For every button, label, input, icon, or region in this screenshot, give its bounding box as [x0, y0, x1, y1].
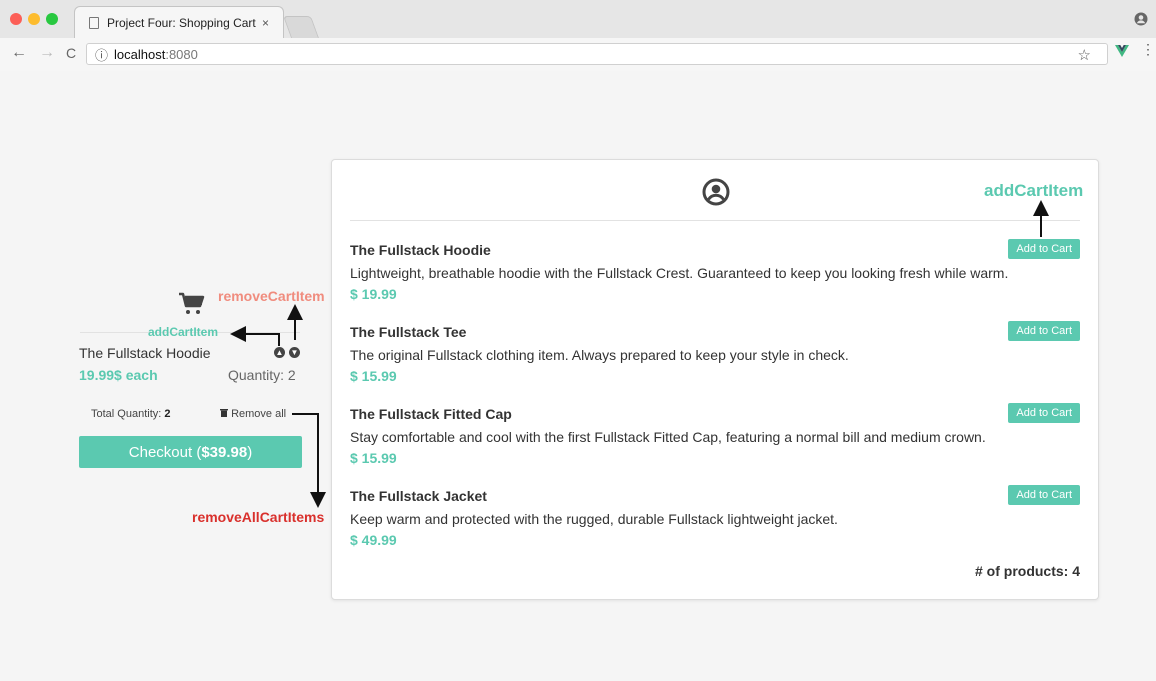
user-account-icon[interactable] — [702, 178, 730, 206]
product-name: The Fullstack Jacket — [350, 488, 487, 504]
maximize-window-button[interactable] — [46, 13, 58, 25]
product-name: The Fullstack Hoodie — [350, 242, 491, 258]
cart-item-quantity: Quantity: 2 — [228, 367, 296, 383]
info-icon[interactable]: ⓘ — [95, 45, 108, 64]
arrow-add-cart-item-cart — [230, 326, 280, 346]
add-cart-item-cart-annotation: addCartItem — [148, 325, 219, 339]
add-to-cart-button[interactable]: Add to Cart — [1008, 239, 1080, 259]
shopping-cart-icon — [179, 292, 205, 314]
browser-menu-icon[interactable]: ⋮ — [1141, 42, 1155, 56]
cart-item-name: The Fullstack Hoodie — [79, 345, 211, 361]
tab-title: Project Four: Shopping Cart — [107, 15, 256, 30]
product-item: The Fullstack Tee The original Fullstack… — [350, 321, 1080, 384]
product-price: $ 49.99 — [350, 532, 397, 548]
checkout-total: $39.98 — [201, 443, 248, 461]
url-host: localhost — [114, 46, 166, 62]
product-panel: The Fullstack Hoodie Lightweight, breath… — [331, 159, 1099, 600]
checkout-button[interactable]: Checkout ($39.98) — [79, 436, 302, 468]
minimize-window-button[interactable] — [28, 13, 40, 25]
product-description: Stay comfortable and cool with the first… — [350, 429, 986, 445]
vue-devtools-icon[interactable] — [1115, 44, 1129, 58]
forward-button[interactable]: → — [39, 44, 55, 62]
total-quantity-label: Total Quantity: — [91, 408, 165, 420]
tab-close-icon[interactable]: × — [262, 16, 269, 30]
remove-all-label: Remove all — [231, 408, 287, 420]
product-name: The Fullstack Tee — [350, 324, 467, 340]
product-item: The Fullstack Hoodie Lightweight, breath… — [350, 239, 1080, 302]
reload-button[interactable]: C — [66, 45, 76, 61]
product-description: Keep warm and protected with the rugged,… — [350, 511, 838, 527]
address-bar[interactable]: ⓘ localhost:8080 ☆ — [86, 43, 1108, 65]
product-price: $ 15.99 — [350, 450, 397, 466]
add-to-cart-button[interactable]: Add to Cart — [1008, 485, 1080, 505]
window-controls — [10, 13, 58, 25]
increase-quantity-icon[interactable]: ▲ — [274, 347, 285, 358]
bookmark-star-icon[interactable]: ☆ — [1078, 46, 1091, 64]
cart-item-price: 19.99$ each — [79, 367, 158, 383]
add-to-cart-button[interactable]: Add to Cart — [1008, 321, 1080, 341]
remove-all-cart-items-annotation: removeAllCartItems — [192, 509, 325, 525]
product-price: $ 19.99 — [350, 286, 397, 302]
back-button[interactable]: ← — [11, 44, 27, 62]
trash-icon — [220, 409, 228, 417]
product-description: The original Fullstack clothing item. Al… — [350, 347, 849, 363]
decrease-quantity-icon[interactable]: ▼ — [289, 347, 300, 358]
url-port: :8080 — [165, 46, 198, 62]
profile-icon[interactable] — [1134, 12, 1148, 26]
new-tab-button[interactable] — [282, 16, 320, 38]
close-window-button[interactable] — [10, 13, 22, 25]
remove-cart-item-annotation: removeCartItem — [218, 288, 325, 304]
product-price: $ 15.99 — [350, 368, 397, 384]
checkout-prefix: Checkout ( — [128, 443, 202, 461]
panel-divider — [350, 220, 1080, 221]
product-name: The Fullstack Fitted Cap — [350, 406, 512, 422]
product-item: The Fullstack Fitted Cap Stay comfortabl… — [350, 403, 1080, 466]
total-quantity: Total Quantity: 2 — [91, 408, 171, 420]
product-item: The Fullstack Jacket Keep warm and prote… — [350, 485, 1080, 548]
total-quantity-value: 2 — [164, 408, 171, 420]
product-description: Lightweight, breathable hoodie with the … — [350, 265, 1009, 281]
remove-all-button[interactable]: Remove all — [220, 408, 286, 420]
browser-tab[interactable]: Project Four: Shopping Cart × — [74, 6, 284, 38]
browser-chrome: Project Four: Shopping Cart × ← → C ⓘ lo… — [0, 0, 1156, 71]
page-icon — [89, 16, 99, 29]
checkout-suffix: ) — [247, 443, 253, 461]
add-to-cart-button[interactable]: Add to Cart — [1008, 403, 1080, 423]
product-count: # of products: 4 — [974, 563, 1080, 579]
add-cart-item-annotation: addCartItem — [984, 181, 1084, 200]
browser-toolbar: ← → C ⓘ localhost:8080 ☆ — [0, 38, 1156, 71]
